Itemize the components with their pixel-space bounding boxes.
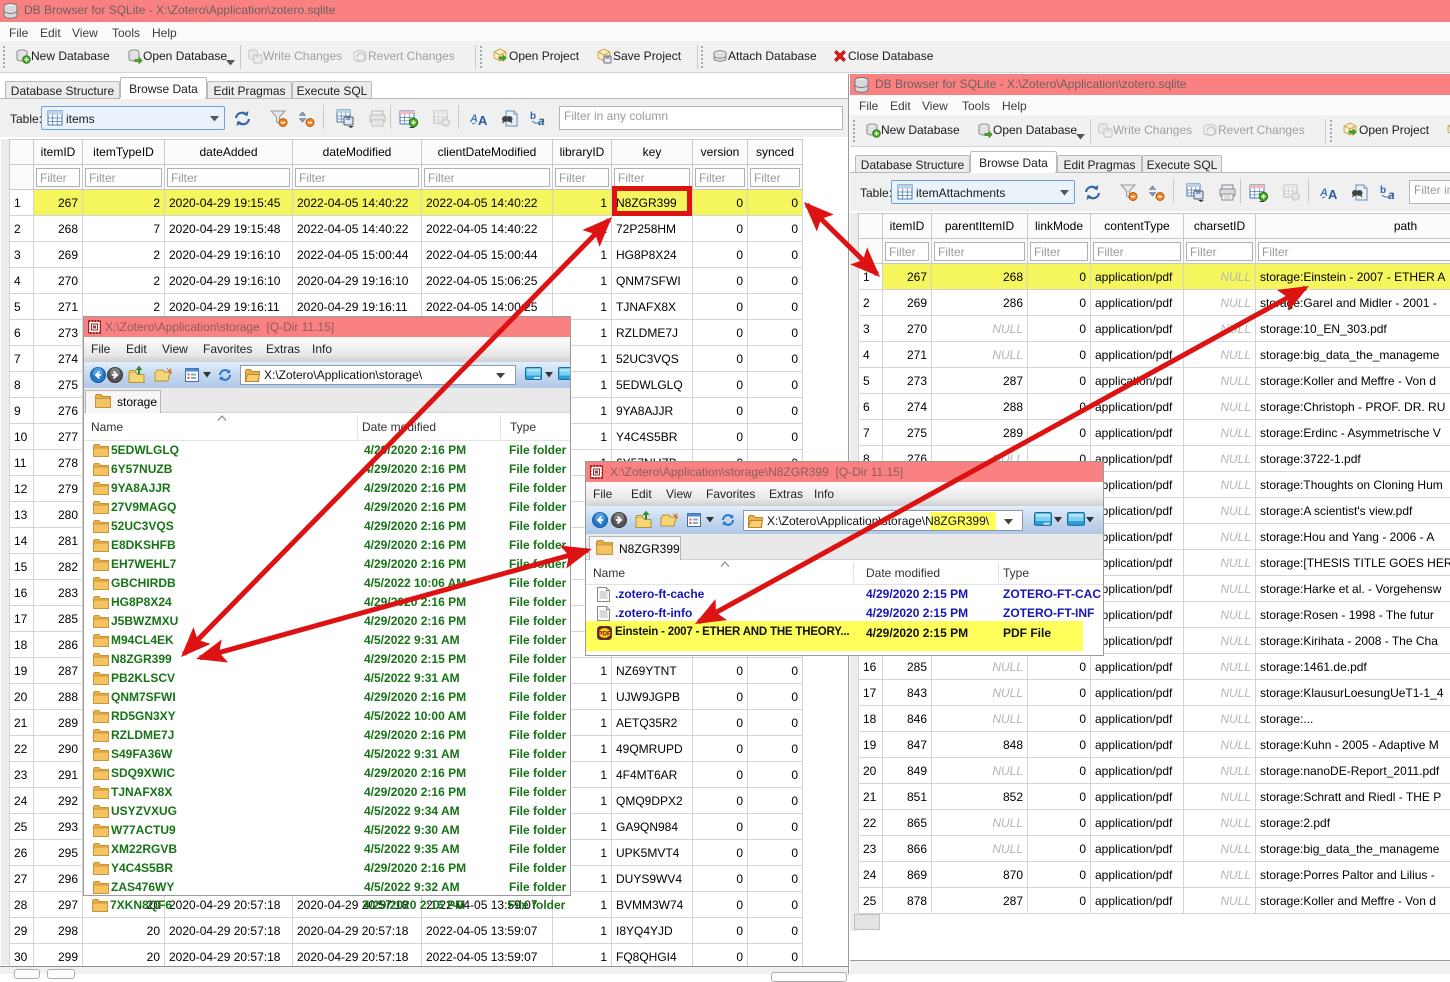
- svg-text:a: a: [538, 114, 545, 127]
- svg-text:PDF: PDF: [598, 631, 611, 638]
- svg-text:A: A: [1328, 187, 1338, 201]
- svg-text:a: a: [1388, 188, 1395, 201]
- svg-text:b: b: [1380, 185, 1386, 196]
- svg-text:b: b: [530, 111, 536, 122]
- svg-text:A: A: [478, 113, 488, 127]
